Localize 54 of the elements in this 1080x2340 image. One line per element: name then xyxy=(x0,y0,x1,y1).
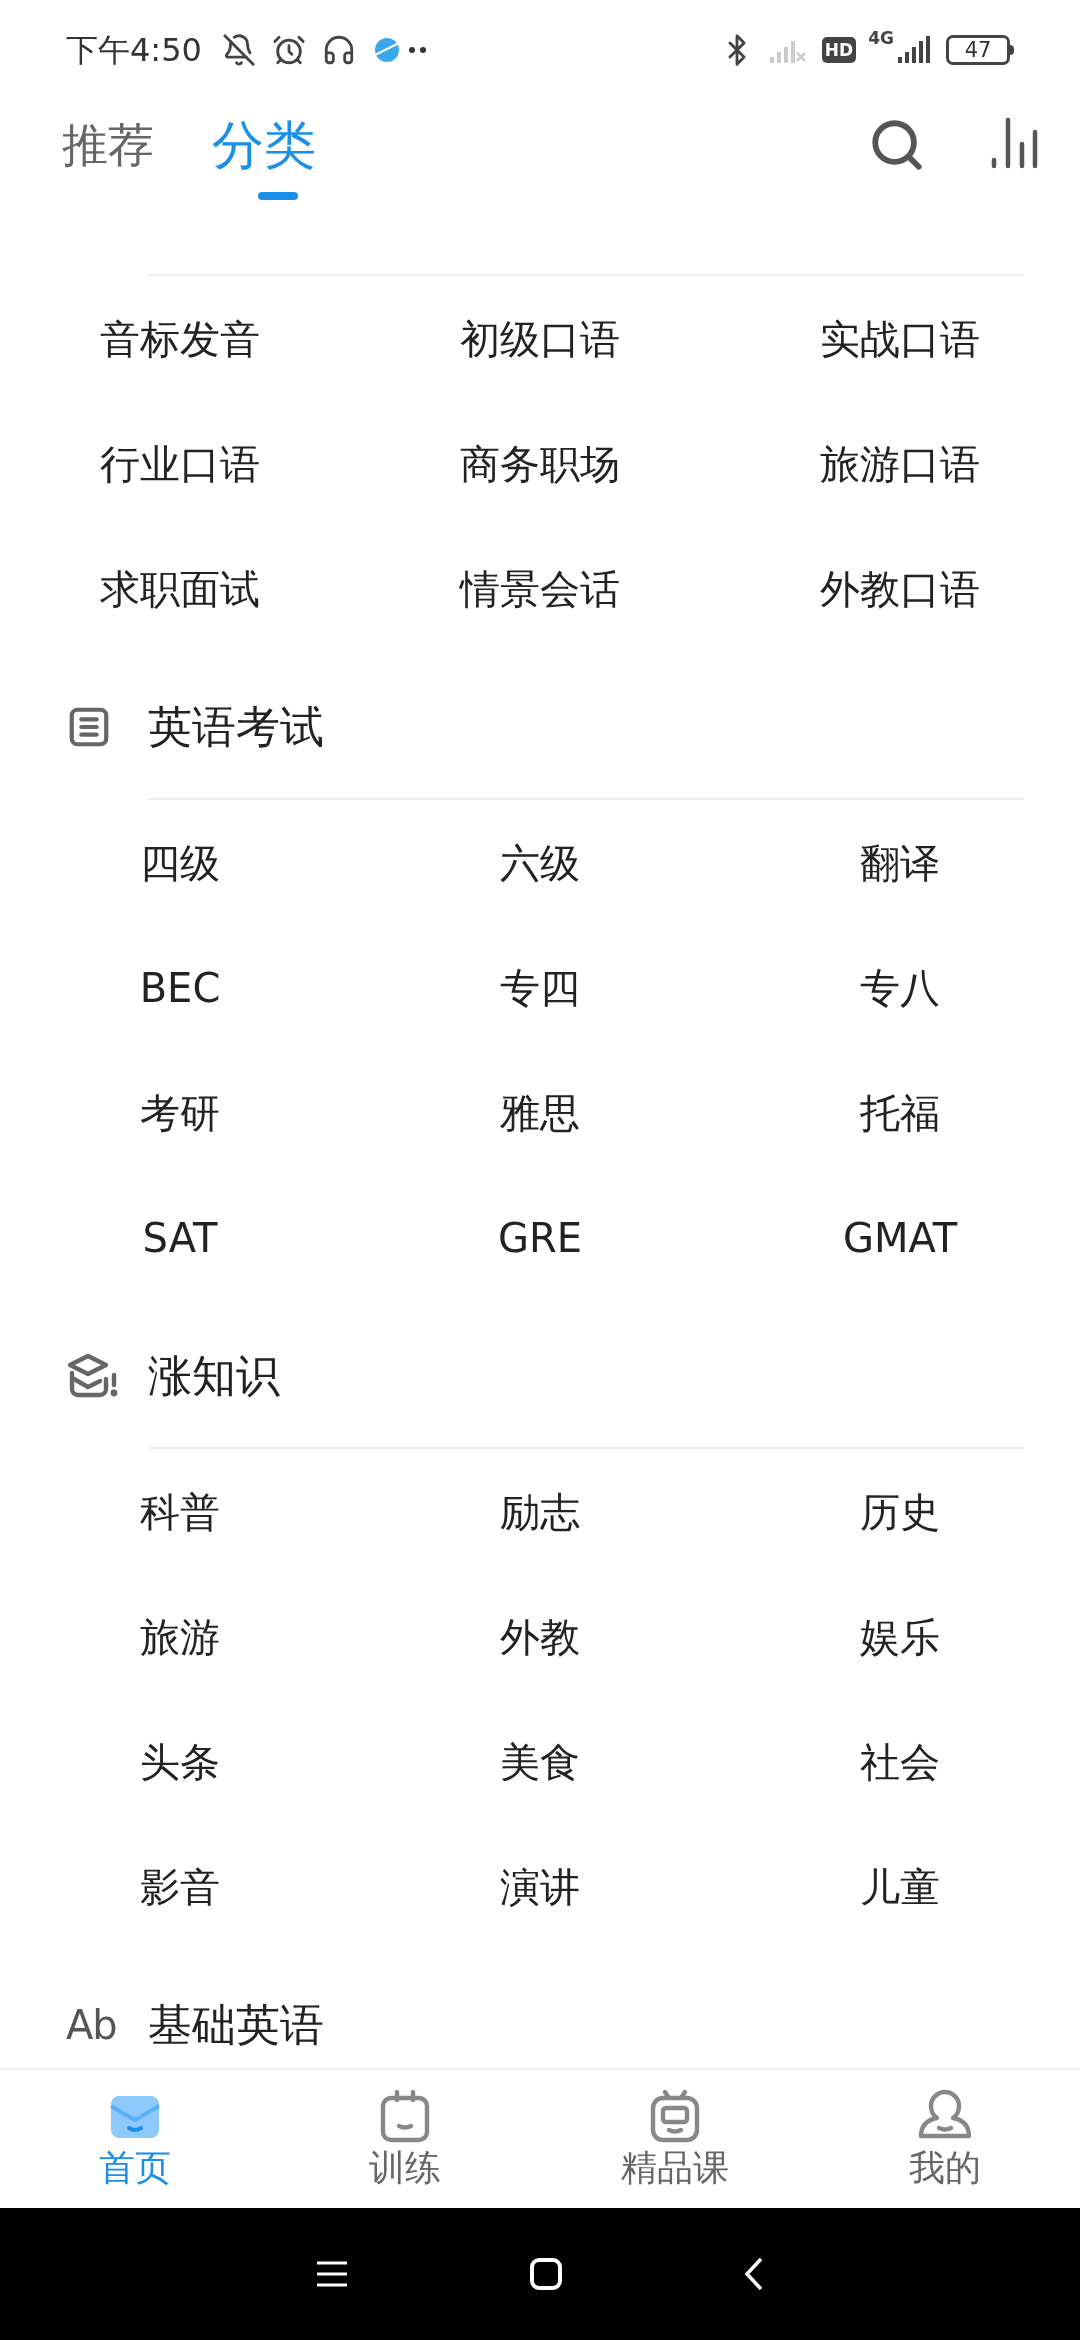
nav-tab[interactable]: 训练 xyxy=(270,2070,540,2208)
tab[interactable]: 推荐 xyxy=(62,122,154,168)
graduation-cap-icon xyxy=(66,1353,118,1399)
category-item[interactable]: 六级 xyxy=(500,832,580,893)
category-item[interactable]: 四级 xyxy=(140,832,220,893)
category-item[interactable]: 专四 xyxy=(500,957,580,1018)
category-item[interactable]: 头条 xyxy=(140,1731,220,1792)
category-item[interactable]: 外教口语 xyxy=(820,558,980,619)
category-item[interactable]: GRE xyxy=(497,1207,583,1268)
category-item[interactable]: 社会 xyxy=(860,1731,940,1792)
bell-off-icon xyxy=(221,33,256,67)
category-item[interactable]: 翻译 xyxy=(860,832,940,893)
section-title: 基础英语 xyxy=(148,2000,324,2050)
category-item[interactable]: 科普 xyxy=(140,1481,220,1542)
section-title: 涨知识 xyxy=(148,1351,280,1401)
category-item[interactable]: 行业口语 xyxy=(100,433,260,494)
category-item[interactable]: 旅游 xyxy=(140,1606,220,1667)
home-square-icon[interactable] xyxy=(529,2257,563,2291)
more-dots-icon xyxy=(407,46,428,54)
category-item[interactable]: 雅思 xyxy=(500,1082,580,1143)
status-time: 下午4:50 xyxy=(66,30,202,71)
category-item[interactable]: 情景会话 xyxy=(460,558,620,619)
category-item[interactable]: 儿童 xyxy=(860,1856,940,1917)
category-item[interactable]: 初级口语 xyxy=(460,308,620,369)
category-item[interactable]: GMAT xyxy=(842,1207,958,1268)
category-item[interactable]: 旅游口语 xyxy=(820,433,980,494)
category-item[interactable]: 影音 xyxy=(140,1856,220,1917)
network-label: 4G xyxy=(868,27,894,50)
category-item[interactable]: BEC xyxy=(139,957,221,1018)
nav-tab[interactable]: 精品课 xyxy=(540,2070,810,2208)
category-item[interactable]: 历史 xyxy=(860,1481,940,1542)
category-item[interactable]: 托福 xyxy=(860,1082,940,1143)
tab-indicator xyxy=(258,192,298,200)
letters-icon: Ab xyxy=(66,2005,126,2045)
category-item[interactable]: 考研 xyxy=(140,1082,220,1143)
menu-icon[interactable] xyxy=(315,2259,349,2289)
category-item[interactable]: 娱乐 xyxy=(860,1606,940,1667)
category-item[interactable]: 美食 xyxy=(500,1731,580,1792)
category-item[interactable]: 励志 xyxy=(500,1481,580,1542)
alarm-icon xyxy=(271,33,306,67)
category-item[interactable]: 外教 xyxy=(500,1606,580,1667)
section-title: 英语考试 xyxy=(148,702,324,752)
back-icon[interactable] xyxy=(743,2256,765,2292)
category-item[interactable]: 商务职场 xyxy=(460,433,620,494)
battery: 47 xyxy=(946,35,1010,65)
nav-tab[interactable]: 我的 xyxy=(810,2070,1080,2208)
category-item[interactable]: 实战口语 xyxy=(820,308,980,369)
category-item[interactable]: 音标发音 xyxy=(100,308,260,369)
hd-badge: HD xyxy=(821,37,857,63)
signal-icon xyxy=(896,35,932,65)
category-item[interactable]: SAT xyxy=(142,1207,218,1268)
category-item[interactable]: 演讲 xyxy=(500,1856,580,1917)
category-item[interactable]: 专八 xyxy=(860,957,940,1018)
category-item[interactable]: 求职面试 xyxy=(100,558,260,619)
